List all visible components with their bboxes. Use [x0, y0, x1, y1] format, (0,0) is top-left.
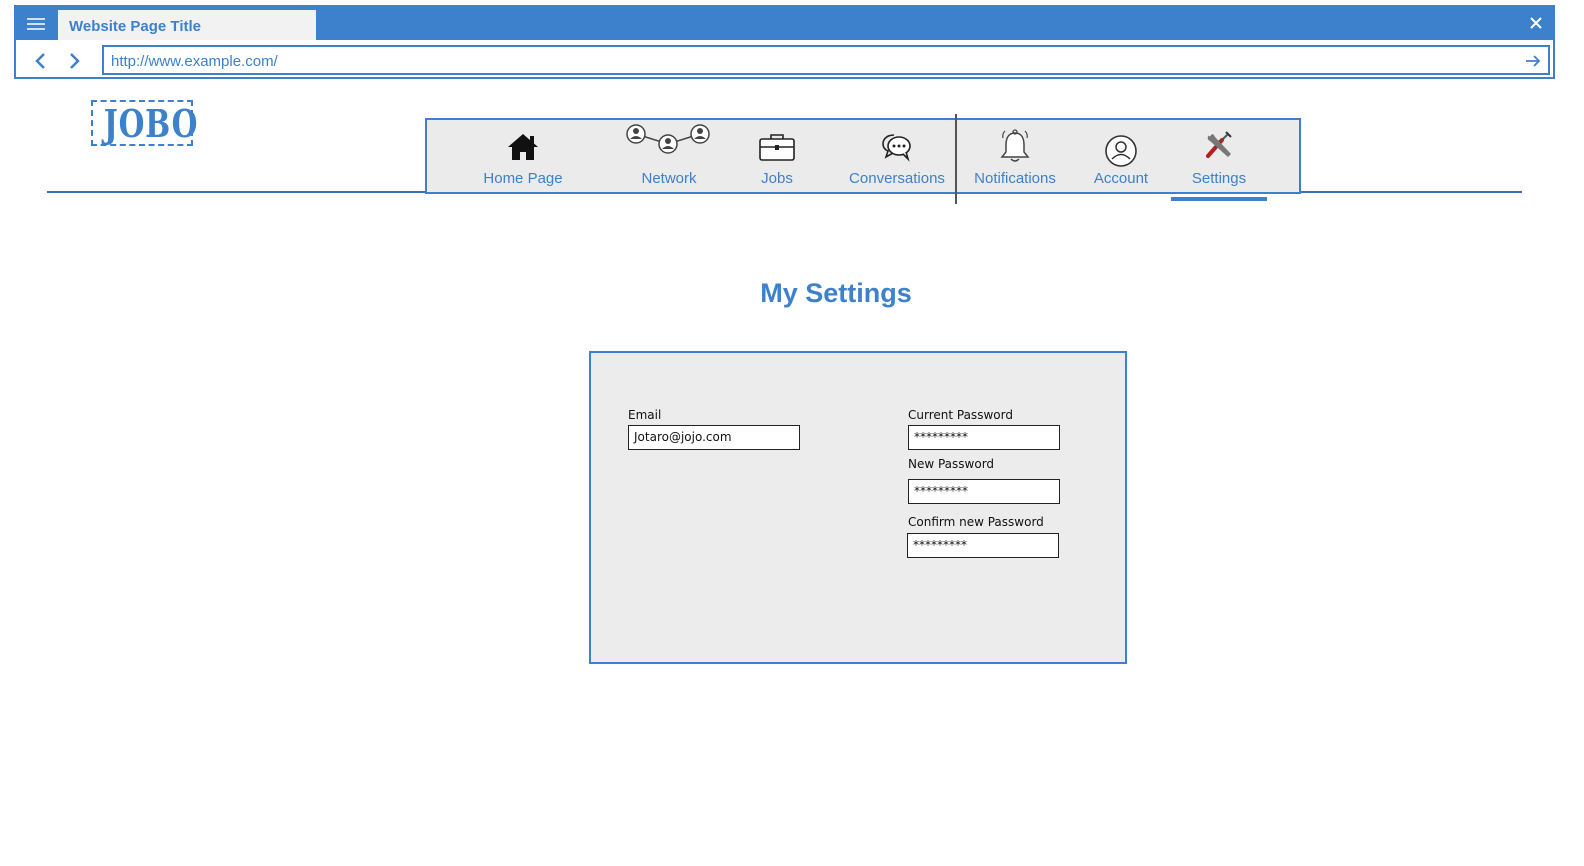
browser-window: Website Page Title http://www.example.co…	[14, 5, 1555, 79]
email-label: Email	[628, 408, 662, 422]
confirm-password-field[interactable]: *********	[907, 533, 1059, 558]
nav-label-network: Network	[641, 170, 697, 187]
nav-label-conversations: Conversations	[849, 170, 945, 187]
nav-item-jobs[interactable]: Jobs	[737, 120, 817, 192]
confirm-password-label: Confirm new Password	[908, 515, 1044, 529]
back-arrow-icon[interactable]	[28, 49, 52, 73]
user-icon	[1104, 134, 1138, 173]
browser-titlebar: Website Page Title	[16, 7, 1553, 40]
active-tab-indicator	[1171, 197, 1267, 201]
new-password-label: New Password	[908, 457, 995, 471]
nav-label-notifications: Notifications	[974, 170, 1056, 187]
nav-label-jobs: Jobs	[761, 170, 793, 187]
chat-icon	[881, 132, 913, 167]
bell-icon	[998, 128, 1032, 169]
forward-arrow-icon[interactable]	[63, 49, 87, 73]
tab-title: Website Page Title	[69, 18, 201, 35]
nav-label-settings: Settings	[1191, 170, 1247, 187]
settings-panel: Email Jotaro@jojo.com Current Password *…	[589, 351, 1127, 664]
logo-text: JOBO	[103, 101, 199, 146]
nav-item-account[interactable]: Account	[1077, 120, 1165, 192]
site-logo[interactable]: JOBO	[91, 100, 199, 146]
briefcase-icon	[758, 132, 796, 167]
current-password-label: Current Password	[908, 408, 1013, 422]
tools-icon	[1204, 130, 1234, 165]
nav-divider	[955, 114, 957, 204]
home-icon	[506, 132, 540, 167]
new-password-field[interactable]: *********	[908, 479, 1060, 504]
nav-item-network[interactable]: Network	[603, 120, 735, 192]
nav-item-conversations[interactable]: Conversations	[835, 120, 959, 192]
current-password-field[interactable]: *********	[908, 425, 1060, 450]
nav-item-notifications[interactable]: Notifications	[965, 120, 1065, 192]
go-arrow-icon[interactable]	[1522, 50, 1544, 72]
close-icon[interactable]	[1525, 12, 1547, 34]
nav-item-home[interactable]: Home Page	[467, 120, 579, 192]
nav-label-account: Account	[1093, 170, 1149, 187]
nav-label-home: Home Page	[483, 170, 563, 187]
address-bar[interactable]: http://www.example.com/	[102, 45, 1550, 75]
network-icon	[624, 122, 714, 161]
page-title: My Settings	[760, 278, 912, 308]
browser-tab[interactable]: Website Page Title	[58, 10, 316, 40]
nav-item-settings[interactable]: Settings	[1173, 120, 1265, 192]
main-nav: Home Page Network Jobs Conversations Not…	[425, 118, 1301, 194]
url-text: http://www.example.com/	[111, 53, 278, 70]
hamburger-menu-icon[interactable]	[16, 7, 56, 40]
email-field[interactable]: Jotaro@jojo.com	[628, 425, 800, 450]
